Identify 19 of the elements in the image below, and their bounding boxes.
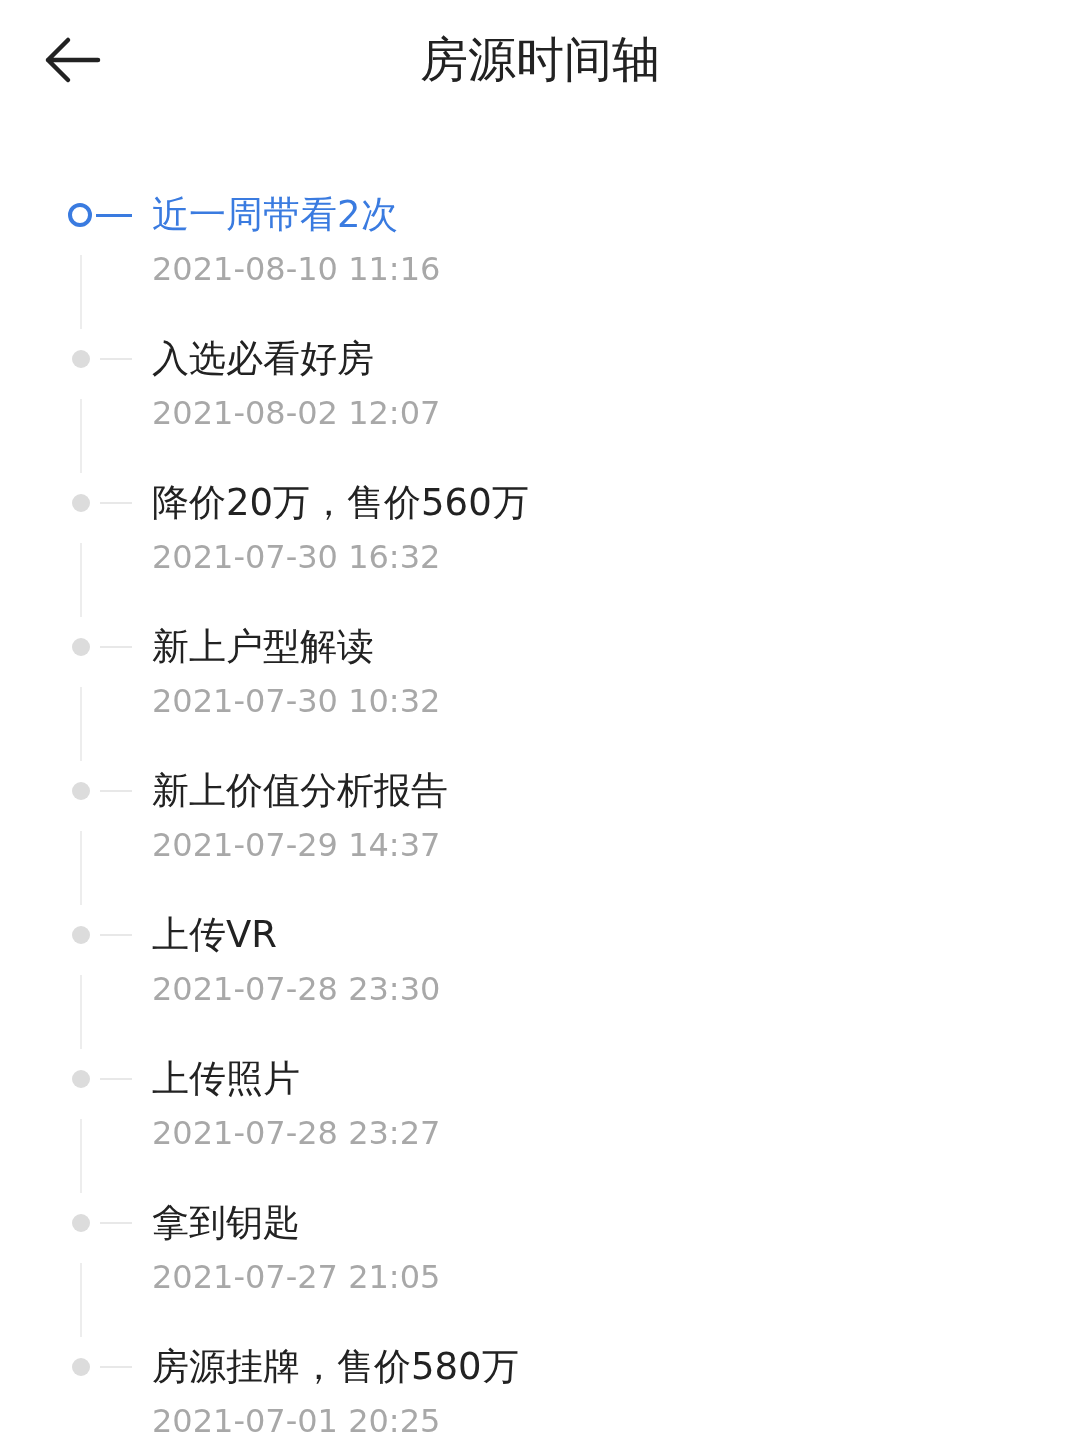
event-title: 降价20万，售价560万 xyxy=(152,480,529,526)
event-title: 房源挂牌，售价580万 xyxy=(152,1344,519,1390)
event-title: 新上户型解读 xyxy=(152,624,375,670)
event-time: 2021-07-01 20:25 xyxy=(152,1401,442,1442)
page-title: 房源时间轴 xyxy=(420,30,660,89)
event-time: 2021-07-30 10:32 xyxy=(152,681,441,722)
event-time: 2021-07-28 23:27 xyxy=(152,1113,441,1154)
event-time: 2021-07-30 16:32 xyxy=(152,537,442,578)
event-time: 2021-08-02 12:07 xyxy=(152,393,441,434)
event-title: 新上价值分析报告 xyxy=(152,768,448,814)
event-title: 入选必看好房 xyxy=(152,336,375,382)
event-title: 近一周带看2次 xyxy=(152,192,399,238)
event-title: 拿到钥匙 xyxy=(152,1200,301,1246)
event-time: 2021-07-27 21:05 xyxy=(152,1257,441,1298)
event-title: 上传照片 xyxy=(152,1056,301,1102)
event-title: 上传VR xyxy=(152,912,279,958)
event-time: 2021-08-10 11:16 xyxy=(152,249,441,290)
event-time: 2021-07-28 23:30 xyxy=(152,969,441,1010)
event-time: 2021-07-29 14:37 xyxy=(152,825,442,866)
